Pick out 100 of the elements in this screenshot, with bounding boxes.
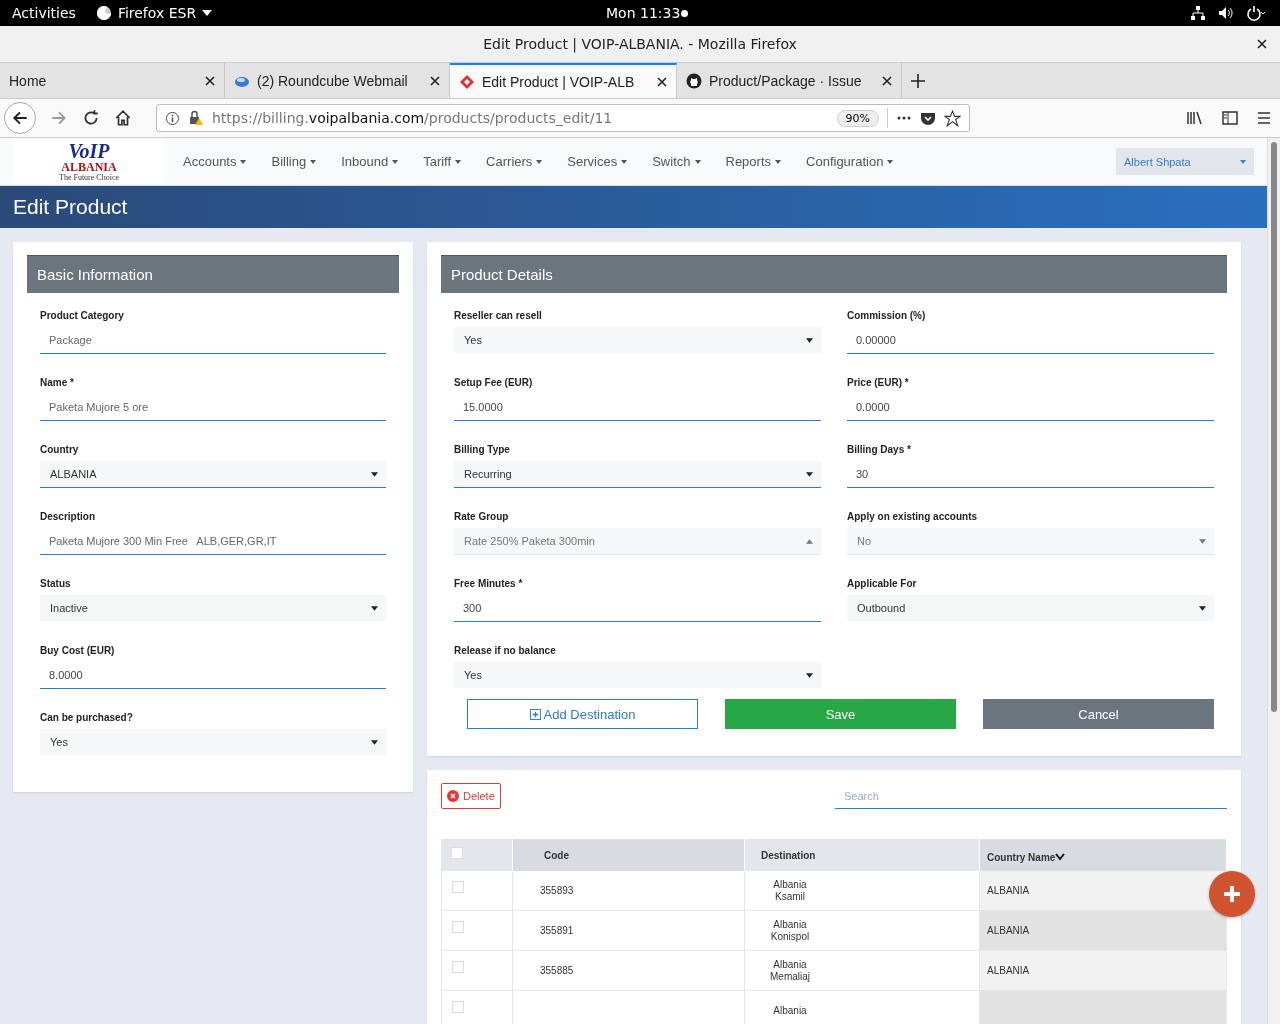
scrollbar-thumb[interactable] — [1271, 142, 1277, 712]
table-cell: ALBANIA — [980, 911, 1227, 951]
power-icon[interactable] — [1246, 5, 1266, 21]
close-icon[interactable] — [1257, 39, 1267, 49]
menu-item[interactable]: Switch — [652, 154, 691, 169]
menu-item[interactable]: Tariff — [423, 154, 452, 169]
close-icon[interactable] — [657, 76, 667, 87]
close-circle-icon — [447, 790, 459, 802]
window-title: Edit Product | VOIP-ALBANIA. - Mozilla Firefox — [483, 36, 797, 52]
field-label: Setup Fee (EUR) — [454, 377, 534, 388]
app-menu[interactable]: Firefox ESR — [117, 5, 197, 21]
select-field[interactable]: Yes — [454, 662, 821, 688]
plus-icon — [1222, 884, 1242, 904]
sort-icon[interactable] — [1055, 853, 1066, 861]
caret-icon — [536, 159, 543, 164]
browser-tab[interactable]: Product/Package · Issue — [677, 63, 902, 98]
close-icon[interactable] — [430, 75, 440, 86]
caret-icon — [694, 159, 701, 164]
menu-item[interactable]: Carriers — [486, 154, 533, 169]
table-cell-text: Albania Memaliaj — [769, 958, 811, 983]
add-button[interactable] — [1209, 871, 1255, 917]
caret-icon — [621, 159, 628, 164]
star-icon[interactable] — [944, 109, 961, 127]
cat-icon — [686, 72, 702, 89]
cancel-button[interactable]: Cancel — [983, 699, 1214, 729]
caret-icon — [371, 471, 378, 477]
menu-item[interactable]: Billing — [271, 154, 307, 169]
back-button[interactable] — [4, 102, 36, 134]
field-label: Name * — [40, 377, 75, 388]
field-label: Country — [40, 444, 80, 455]
page-title: Edit Product — [13, 195, 128, 219]
logo[interactable]: VoIP ALBANIA The Future Choice — [13, 139, 165, 184]
clock[interactable]: Mon 11:33 — [606, 5, 681, 21]
input-field[interactable]: 0.0000 — [847, 394, 1214, 421]
field-label: Product Category — [40, 310, 125, 321]
input-field[interactable]: 300 — [454, 595, 821, 622]
input-field[interactable]: 30 — [847, 461, 1214, 488]
activities-button[interactable]: Activities — [12, 5, 76, 21]
row-checkbox[interactable] — [452, 961, 464, 973]
address-bar[interactable]: https://billing.voipalbania.com/products/products_edit/11 90% — [156, 104, 970, 132]
caret-icon — [1199, 605, 1206, 611]
select-all-checkbox[interactable] — [451, 847, 463, 859]
input-field[interactable]: 8.0000 — [40, 662, 386, 689]
menu-item[interactable]: Accounts — [183, 154, 237, 169]
field-label: Applicable For — [847, 578, 918, 589]
input-field[interactable]: 0.00000 — [847, 327, 1214, 354]
field-label: Can be purchased? — [40, 712, 134, 723]
menu-item[interactable]: Reports — [725, 154, 772, 169]
sidebar-icon[interactable] — [1222, 110, 1238, 126]
warning-lock-icon — [188, 110, 204, 126]
browser-tab[interactable]: Edit Product | VOIP-ALB — [450, 63, 677, 98]
input-field[interactable]: 15.0000 — [454, 394, 821, 421]
select-field[interactable]: Inactive — [40, 595, 386, 621]
select-field[interactable]: ALBANIA — [40, 461, 386, 488]
column-header[interactable]: Country Name — [987, 851, 1056, 863]
browser-tab[interactable]: Home — [0, 63, 225, 98]
volume-icon[interactable] — [1218, 5, 1234, 21]
add-destination-button[interactable]: Add Destination — [467, 699, 698, 729]
forward-icon[interactable] — [50, 109, 68, 127]
section-header: Basic Information — [27, 255, 399, 293]
select-field[interactable]: Yes — [40, 729, 386, 755]
table-cell-text: Albania Ksamil — [772, 878, 808, 903]
select-field[interactable]: Yes — [454, 327, 821, 353]
column-header[interactable]: Destination — [761, 849, 816, 861]
field-label: Release if no balance — [454, 645, 557, 656]
field-label: Rate Group — [454, 511, 510, 522]
field-label: Price (EUR) * — [847, 377, 910, 388]
table-cell-text: Albania — [772, 1004, 808, 1017]
field-label: Billing Days * — [847, 444, 912, 455]
row-checkbox[interactable] — [452, 881, 464, 893]
new-tab-icon[interactable] — [911, 73, 925, 88]
table-cell-text: Albania Konispol — [769, 918, 811, 943]
field-label: Apply on existing accounts — [847, 511, 979, 522]
field-label: Buy Cost (EUR) — [40, 645, 116, 656]
caret-icon — [455, 159, 462, 164]
caret-icon — [310, 159, 317, 164]
select-field[interactable]: Outbound — [847, 595, 1214, 621]
caret-icon — [371, 605, 378, 611]
back-icon — [11, 109, 29, 127]
section-header: Product Details — [441, 255, 1227, 293]
menu-item[interactable]: Services — [567, 154, 618, 169]
home-icon[interactable] — [114, 109, 132, 127]
table-cell: 355885 — [540, 965, 574, 976]
pocket-icon[interactable] — [920, 110, 936, 126]
zoom-badge[interactable]: 90% — [836, 109, 879, 127]
network-icon[interactable] — [1190, 5, 1206, 21]
column-header[interactable]: Code — [544, 849, 569, 861]
delete-button[interactable]: Delete — [441, 783, 501, 809]
menu-item[interactable]: Inbound — [341, 154, 389, 169]
close-icon[interactable] — [882, 75, 892, 86]
reload-icon[interactable] — [82, 109, 100, 127]
row-checkbox[interactable] — [452, 1001, 464, 1013]
menu-item[interactable]: Configuration — [806, 154, 884, 169]
dot-icon — [681, 10, 688, 17]
library-icon[interactable] — [1186, 110, 1204, 126]
caret-icon — [887, 159, 894, 164]
row-checkbox[interactable] — [452, 921, 464, 933]
menu-icon[interactable] — [1256, 110, 1272, 126]
select-field[interactable]: Recurring — [454, 461, 821, 488]
close-icon[interactable] — [205, 75, 215, 86]
